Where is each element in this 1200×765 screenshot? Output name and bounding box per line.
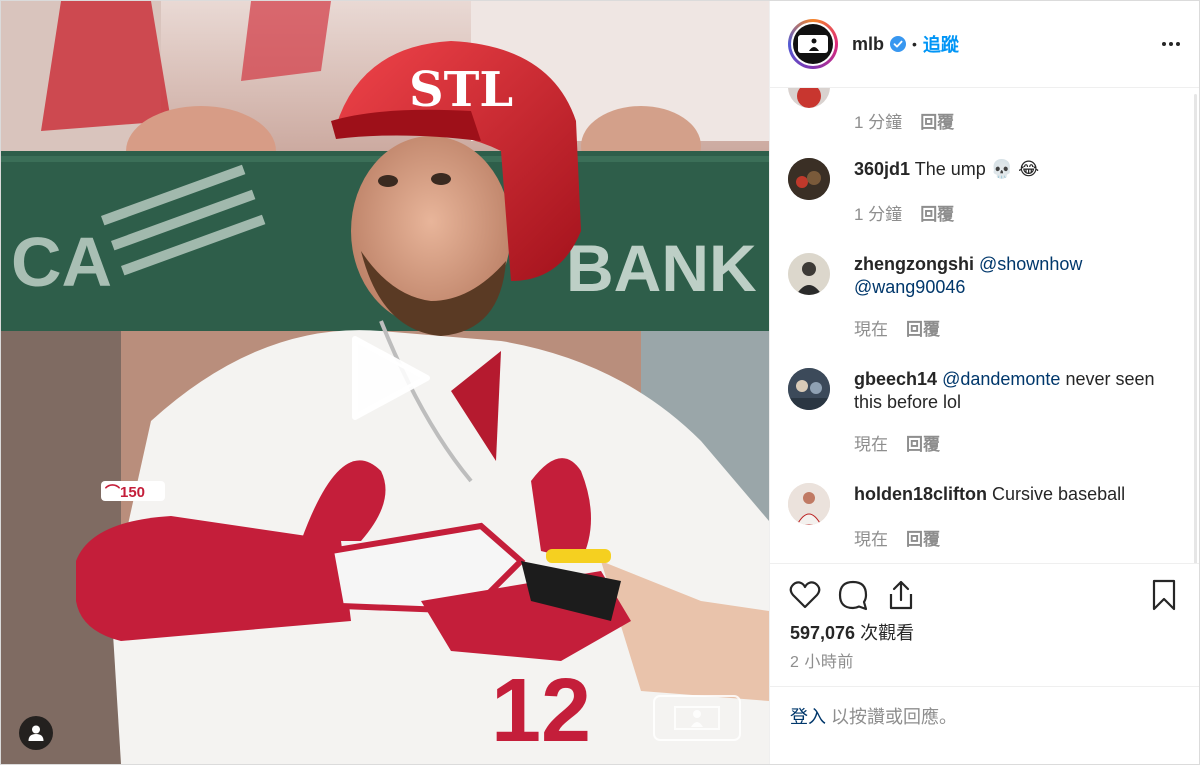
reply-button[interactable]: 回覆 <box>906 430 940 455</box>
comment-time: 現在 <box>854 320 888 339</box>
comment-meta: 現在 回覆 <box>854 430 940 455</box>
heart-icon[interactable] <box>788 578 822 612</box>
login-prompt-text: 以按讚或回應。 <box>826 707 958 727</box>
comment-text: 360jd1 The ump 💀 😂 <box>854 158 1159 181</box>
comment-username[interactable]: zhengzongshi <box>854 254 974 274</box>
post-username[interactable]: mlb <box>852 34 884 55</box>
svg-text:⌒150: ⌒150 <box>105 483 145 501</box>
comments-list[interactable]: 1 分鐘 回覆 360jd1 The ump 💀 😂 1 分鐘 回覆 zheng… <box>770 88 1199 563</box>
video-player[interactable]: CA BANK 12 STL ⌒150 <box>1 1 769 764</box>
svg-text:STL: STL <box>409 62 513 118</box>
comment-avatar[interactable] <box>788 158 830 200</box>
comment-time: 1 分鐘 <box>854 113 903 132</box>
mlb-logo-icon <box>798 35 828 53</box>
comment-username[interactable]: gbeech14 <box>854 369 937 389</box>
separator-dot: • <box>912 36 917 52</box>
instagram-post: CA BANK 12 STL ⌒150 mlb • 追蹤 1 分鐘 回覆 360… <box>0 0 1200 765</box>
comment-avatar[interactable] <box>788 88 830 108</box>
reply-button[interactable]: 回覆 <box>906 315 940 340</box>
comment-meta: 1 分鐘 回覆 <box>854 108 954 133</box>
comment-avatar[interactable] <box>788 253 830 295</box>
follow-button[interactable]: 追蹤 <box>923 31 959 57</box>
comment-avatar[interactable] <box>788 483 830 525</box>
play-icon <box>352 336 430 420</box>
login-prompt: 登入 以按讚或回應。 <box>770 686 1199 745</box>
comment-meta: 1 分鐘 回覆 <box>854 200 954 225</box>
reply-button[interactable]: 回覆 <box>920 108 954 133</box>
comment-body: The ump 💀 😂 <box>914 159 1040 179</box>
comment-icon[interactable] <box>836 578 870 612</box>
post-timestamp[interactable]: 2 小時前 <box>790 648 854 672</box>
play-button[interactable] <box>347 335 433 421</box>
comment-text: zhengzongshi @shownhow @wang90046 <box>854 253 1159 299</box>
svg-text:CA: CA <box>11 223 112 301</box>
comment-username[interactable]: holden18clifton <box>854 484 987 504</box>
post-header: mlb • 追蹤 <box>770 1 1199 88</box>
bookmark-icon[interactable] <box>1149 578 1179 612</box>
view-count-number: 597,076 <box>790 623 856 643</box>
more-options-button[interactable] <box>1159 32 1183 56</box>
profile-avatar[interactable] <box>788 19 838 69</box>
post-sidebar: mlb • 追蹤 1 分鐘 回覆 360jd1 The ump 💀 😂 1 分鐘… <box>769 1 1199 764</box>
mlb-watermark-logo <box>653 695 741 741</box>
more-options-icon <box>1162 42 1180 46</box>
comment-username[interactable]: 360jd1 <box>854 159 910 179</box>
comment-text: gbeech14 @dandemonte never seen this bef… <box>854 368 1159 414</box>
comment-time: 1 分鐘 <box>854 205 903 224</box>
comment-meta: 現在 回覆 <box>854 525 940 550</box>
reply-button[interactable]: 回覆 <box>920 200 954 225</box>
svg-text:BANK: BANK <box>566 231 757 305</box>
comment-text: holden18clifton Cursive baseball <box>854 483 1159 506</box>
comment-time: 現在 <box>854 435 888 454</box>
comment-time: 現在 <box>854 530 888 549</box>
person-icon <box>28 725 44 741</box>
action-bar <box>788 578 918 612</box>
comment-mention[interactable]: @dandemonte <box>942 369 1060 389</box>
comment-mention[interactable]: @wang90046 <box>854 277 965 297</box>
reply-button[interactable]: 回覆 <box>906 525 940 550</box>
post-actions-area: 597,076 次觀看 2 小時前 登入 以按讚或回應。 <box>770 563 1199 764</box>
comments-scrollbar[interactable] <box>1194 94 1197 563</box>
login-link[interactable]: 登入 <box>790 707 826 727</box>
view-count-label: 次觀看 <box>855 623 915 643</box>
comment-body: Cursive baseball <box>992 484 1126 504</box>
verified-badge-icon <box>890 36 907 52</box>
share-icon[interactable] <box>884 578 918 612</box>
svg-text:12: 12 <box>491 661 591 761</box>
comment-mention[interactable]: @shownhow <box>979 254 1082 274</box>
comment-meta: 現在 回覆 <box>854 315 940 340</box>
comment-avatar[interactable] <box>788 368 830 410</box>
view-count: 597,076 次觀看 <box>790 619 914 645</box>
tagged-users-button[interactable] <box>19 716 53 750</box>
